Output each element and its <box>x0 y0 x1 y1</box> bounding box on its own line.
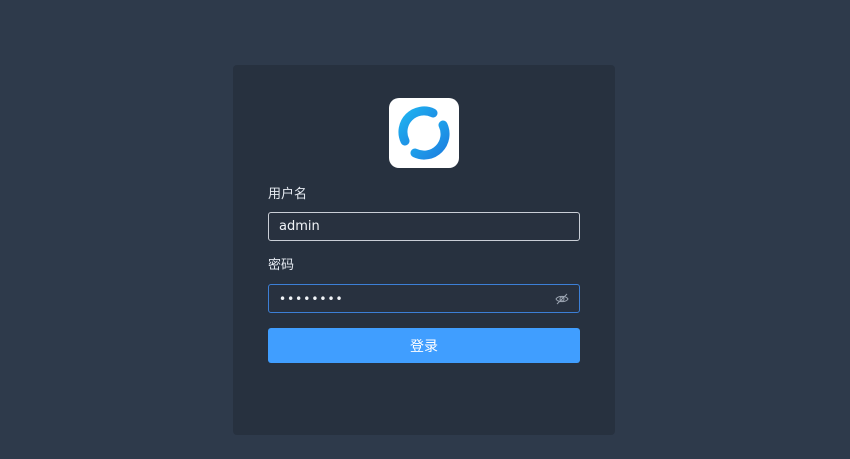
username-label: 用户名 <box>268 187 308 202</box>
login-page: 用户名 admin 密码 •••••••• 登录 <box>0 0 850 459</box>
login-card: 用户名 admin 密码 •••••••• 登录 <box>233 65 615 435</box>
eye-off-icon[interactable] <box>555 292 569 306</box>
password-label: 密码 <box>268 258 295 273</box>
username-input[interactable]: admin <box>268 212 580 241</box>
login-button[interactable]: 登录 <box>268 328 580 363</box>
password-value: •••••••• <box>279 291 344 306</box>
password-input[interactable]: •••••••• <box>268 284 580 313</box>
username-value: admin <box>279 219 320 234</box>
app-logo-icon <box>389 98 459 168</box>
